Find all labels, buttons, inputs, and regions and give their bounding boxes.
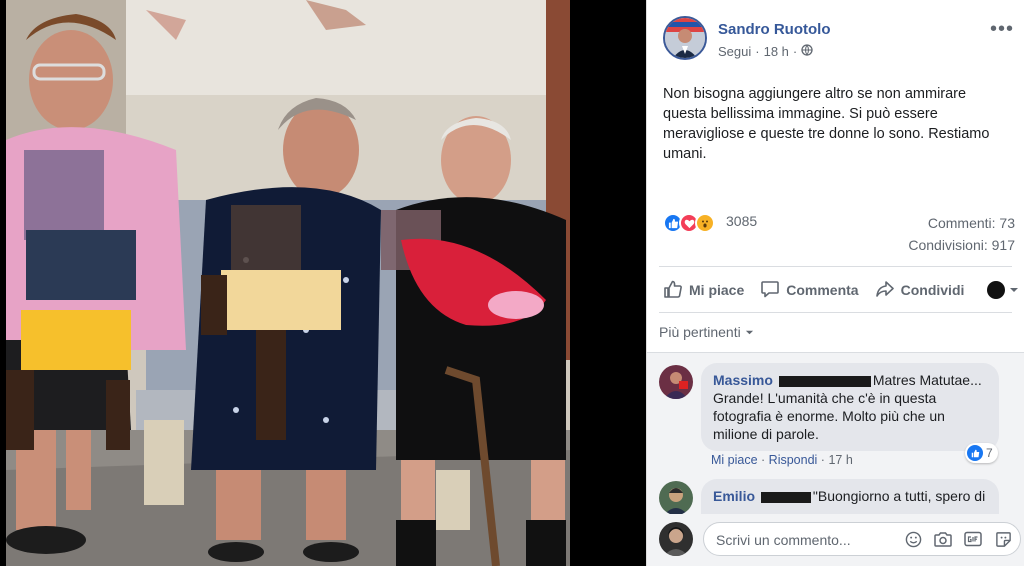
redacted-surname <box>760 491 811 503</box>
shares-count[interactable]: Condivisioni: 917 <box>908 237 1015 253</box>
like-label: Mi piace <box>689 282 745 298</box>
globe-icon <box>801 44 813 59</box>
follow-link[interactable]: Segui <box>718 44 751 59</box>
emoji-icon[interactable] <box>904 530 922 548</box>
wow-reaction-icon <box>695 213 715 233</box>
gif-icon[interactable] <box>964 530 982 548</box>
post-time[interactable]: 18 h <box>764 44 789 59</box>
post-meta: Segui · 18 h · <box>718 44 813 59</box>
meta-separator: · <box>755 44 760 59</box>
divider <box>659 312 1012 313</box>
commenter-name[interactable]: Massimo <box>713 372 773 388</box>
avatar <box>659 522 693 556</box>
photo-illustration <box>6 0 570 566</box>
comment-input-placeholder: Scrivi un commento... <box>716 532 851 548</box>
comment-actions: Mi piace · Rispondi · 17 h <box>711 453 853 467</box>
reactions-count[interactable]: 3085 <box>726 213 757 229</box>
comment-filter-label: Più pertinenti <box>659 324 741 340</box>
reaction-as-selector[interactable] <box>987 281 1019 299</box>
comment-filter-dropdown[interactable]: Più pertinenti <box>659 324 754 340</box>
post-photo[interactable] <box>6 0 570 566</box>
comment-bubble: Emilio "Buongiorno a tutti, spero di <box>701 479 999 514</box>
thumbs-up-icon <box>967 445 983 461</box>
composer-icons <box>904 530 1012 548</box>
post-header: Sandro Ruotolo Segui · 18 h · ••• <box>663 16 1024 66</box>
comment-like-link[interactable]: Mi piace <box>711 453 758 467</box>
thumbs-up-icon <box>663 279 683 302</box>
author-avatar[interactable] <box>663 16 707 60</box>
sticker-icon[interactable] <box>994 530 1012 548</box>
comment-time[interactable]: 17 h <box>828 453 852 467</box>
camera-icon[interactable] <box>934 530 952 548</box>
comment-input[interactable]: Scrivi un commento... <box>703 522 1021 556</box>
comment-label: Commenta <box>786 282 859 298</box>
viewer-avatar <box>987 281 1005 299</box>
chevron-down-icon <box>1009 282 1019 298</box>
speech-bubble-icon <box>760 279 780 302</box>
more-options-button[interactable]: ••• <box>990 19 1014 39</box>
post-photo-area <box>0 0 646 566</box>
meta-separator-2: · <box>792 44 798 59</box>
comment-text: Grande! L'umanità che c'è in questa foto… <box>713 390 945 442</box>
author-name[interactable]: Sandro Ruotolo <box>718 21 831 38</box>
commenter-name[interactable]: Emilio <box>713 488 755 504</box>
comment-composer: Scrivi un commento... <box>647 514 1024 566</box>
like-button[interactable]: Mi piace <box>663 279 744 302</box>
redacted-surname <box>778 375 871 387</box>
comment-like-count[interactable]: 7 <box>965 443 998 463</box>
comments-list: Massimo Matres Matutae... Grande! L'uman… <box>647 352 1024 514</box>
post-actions: Mi piace Commenta Condividi <box>663 276 1019 304</box>
comment-button[interactable]: Commenta <box>760 279 859 302</box>
chevron-down-icon <box>745 324 754 340</box>
like-count: 7 <box>986 446 993 460</box>
comment-text-start: Matres Matutae... <box>872 372 982 388</box>
comments-count[interactable]: Commenti: 73 <box>928 215 1015 231</box>
comment-bubble: Massimo Matres Matutae... Grande! L'uman… <box>701 363 999 451</box>
reaction-icons[interactable] <box>663 213 715 233</box>
reactions-summary: 3085 Commenti: 73 Condivisioni: 917 <box>663 210 1019 270</box>
post-details-panel: Sandro Ruotolo Segui · 18 h · ••• Non bi… <box>646 0 1024 566</box>
share-label: Condividi <box>900 282 965 298</box>
comment-text-start: "Buongiorno a tutti, spero di <box>812 488 986 504</box>
share-button[interactable]: Condividi <box>875 279 965 302</box>
avatar[interactable] <box>659 481 693 514</box>
avatar[interactable] <box>659 365 693 399</box>
divider <box>659 266 1012 267</box>
comment-reply-link[interactable]: Rispondi <box>769 453 818 467</box>
post-text: Non bisogna aggiungere altro se non ammi… <box>663 86 990 162</box>
share-arrow-icon <box>875 279 895 302</box>
